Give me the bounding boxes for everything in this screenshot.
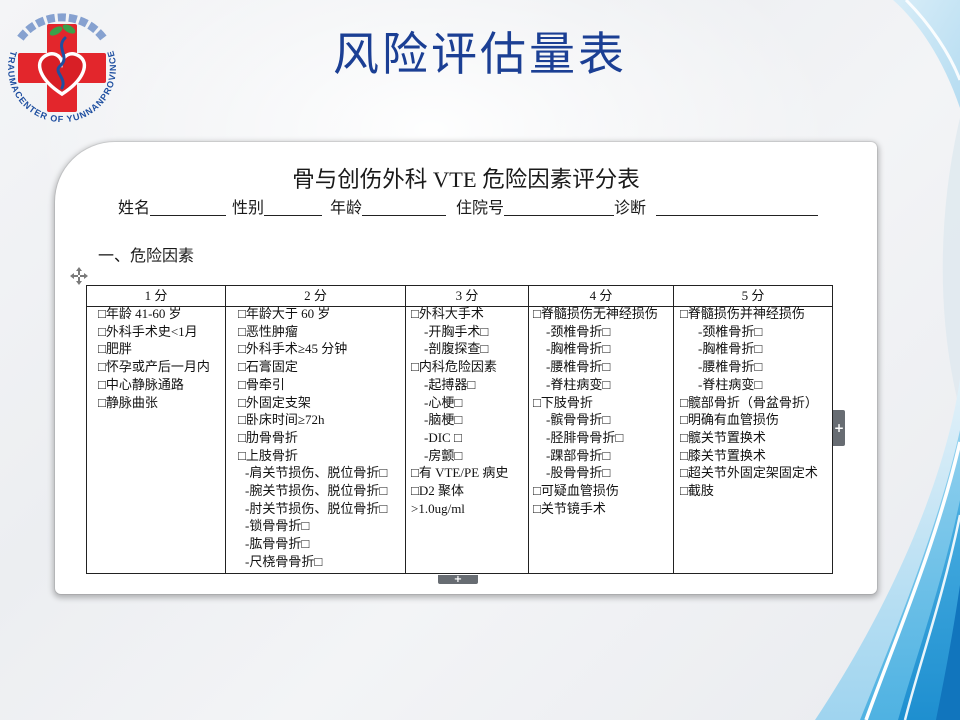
risk-factor-subitem: -DIC □ — [424, 429, 462, 445]
risk-factor-subitem: -股骨骨折□ — [546, 465, 611, 481]
risk-factor-subitem: -房颤□ — [424, 447, 463, 463]
risk-factor-subitem: -心梗□ — [424, 394, 463, 410]
field-blank-age — [362, 215, 446, 216]
form-title: 骨与创伤外科 VTE 危险因素评分表 — [292, 167, 640, 192]
risk-factor-item: □怀孕或产后一月内 — [98, 359, 210, 375]
risk-factor-item: □关节镜手术 — [533, 500, 606, 516]
risk-factor-table: 1 分 2 分 3 分 4 分 5 分 □年龄 41-60 岁 □外科手术史<1… — [86, 285, 833, 574]
risk-factor-subitem: -剖腹探查□ — [424, 341, 489, 357]
score-column-5: □脊髓损伤并神经损伤 -颈椎骨折□ -胸椎骨折□ -腰椎骨折□ -脊柱病变□ □… — [673, 306, 833, 574]
score-header-3: 3 分 — [405, 285, 529, 307]
risk-factor-subitem: -腕关节损伤、脱位骨折□ — [245, 483, 388, 499]
field-blank-diagnosis — [656, 215, 818, 216]
risk-factor-subitem: -尺桡骨骨折□ — [245, 553, 323, 569]
score-header-4: 4 分 — [528, 285, 674, 307]
score-header-2: 2 分 — [225, 285, 406, 307]
risk-factor-item: □肋骨骨折 — [238, 429, 298, 445]
risk-factor-subitem: -起搏器□ — [424, 376, 476, 392]
risk-factor-item: □膝关节置换术 — [680, 447, 766, 463]
field-blank-admission-number — [504, 215, 614, 216]
risk-factor-item: □上肢骨折 — [238, 447, 298, 463]
risk-factor-subitem: -髌骨骨折□ — [546, 412, 611, 428]
table-row: □年龄 41-60 岁 □外科手术史<1月 □肥胖 □怀孕或产后一月内 □中心静… — [86, 306, 833, 574]
risk-factor-subitem: -脊柱病变□ — [698, 376, 763, 392]
risk-factor-subitem: -脊柱病变□ — [546, 376, 611, 392]
risk-factor-subitem: -肘关节损伤、脱位骨折□ — [245, 500, 388, 516]
expand-bottom-handle[interactable]: + — [438, 574, 478, 585]
risk-factor-item: □脊髓损伤无神经损伤 — [533, 306, 658, 322]
risk-factor-item: □年龄大于 60 岁 — [238, 306, 331, 322]
risk-factor-item: □恶性肿瘤 — [238, 323, 298, 339]
risk-factor-item: □D2 聚体 — [411, 483, 464, 499]
risk-factor-item: □可疑血管损伤 — [533, 483, 619, 499]
risk-factor-subitem: -脑梗□ — [424, 412, 463, 428]
risk-factor-item: □中心静脉通路 — [98, 376, 184, 392]
risk-factor-item: □超关节外固定架固定术 — [680, 465, 818, 481]
score-column-2: □年龄大于 60 岁 □恶性肿瘤 □外科手术≥45 分钟 □石膏固定 □骨牵引 … — [225, 306, 406, 574]
risk-factor-item: □有 VTE/PE 病史 — [411, 465, 509, 481]
risk-factor-subitem: -颈椎骨折□ — [698, 323, 763, 339]
score-header-1: 1 分 — [86, 285, 226, 307]
field-label-age: 年龄 — [330, 200, 363, 217]
risk-factor-item: □外科大手术 — [411, 306, 484, 322]
risk-factor-item: □卧床时间≥72h — [238, 412, 325, 428]
document-image-frame[interactable]: 骨与创伤外科 VTE 危险因素评分表 姓名 性别 年龄 住院号 诊断 一、危险因… — [55, 142, 877, 594]
field-label-admission-number: 住院号 — [456, 200, 505, 217]
table-header-row: 1 分 2 分 3 分 4 分 5 分 — [86, 285, 833, 307]
field-label-gender: 性别 — [232, 200, 265, 217]
field-blank-name — [150, 215, 226, 216]
risk-factor-item: □内科危险因素 — [411, 359, 497, 375]
risk-factor-subitem: -胸椎骨折□ — [698, 341, 763, 357]
risk-factor-item: □明确有血管损伤 — [680, 412, 779, 428]
risk-factor-item: □下肢骨折 — [533, 394, 593, 410]
score-column-1: □年龄 41-60 岁 □外科手术史<1月 □肥胖 □怀孕或产后一月内 □中心静… — [86, 306, 226, 574]
risk-factor-subitem: -腰椎骨折□ — [698, 359, 763, 375]
risk-factor-subitem: -颈椎骨折□ — [546, 323, 611, 339]
expand-right-handle[interactable]: + — [833, 410, 845, 446]
risk-factor-item: □外科手术史<1月 — [98, 323, 198, 339]
slide-title: 风险评估量表 — [333, 29, 627, 80]
risk-factor-item-detail: >1.0ug/ml — [411, 500, 465, 516]
field-blank-gender — [264, 215, 322, 216]
risk-factor-subitem: -胫腓骨骨折□ — [546, 429, 624, 445]
risk-factor-subitem: -踝部骨折□ — [546, 447, 611, 463]
field-label-name: 姓名 — [118, 200, 151, 217]
risk-factor-item: □截肢 — [680, 483, 714, 499]
risk-factor-subitem: -锁骨骨折□ — [245, 518, 310, 534]
risk-factor-item: □肥胖 — [98, 341, 132, 357]
risk-factor-item: □髋关节置换术 — [680, 429, 766, 445]
risk-factor-subitem: -肱骨骨折□ — [245, 536, 310, 552]
score-column-3: □外科大手术 -开胸手术□ -剖腹探查□ □内科危险因素 -起搏器□ -心梗□ … — [405, 306, 529, 574]
section-heading: 一、危险因素 — [98, 248, 195, 265]
risk-factor-subitem: -腰椎骨折□ — [546, 359, 611, 375]
plus-icon: + — [453, 574, 463, 585]
score-header-5: 5 分 — [673, 285, 833, 307]
plus-icon: + — [833, 421, 845, 435]
risk-factor-item: □外固定支架 — [238, 394, 311, 410]
field-label-diagnosis: 诊断 — [614, 200, 647, 217]
risk-factor-subitem: -肩关节损伤、脱位骨折□ — [245, 465, 388, 481]
score-column-4: □脊髓损伤无神经损伤 -颈椎骨折□ -胸椎骨折□ -腰椎骨折□ -脊柱病变□ □… — [528, 306, 674, 574]
risk-factor-item: □髋部骨折（骨盆骨折） — [680, 394, 818, 410]
risk-factor-subitem: -胸椎骨折□ — [546, 341, 611, 357]
risk-factor-item: □静脉曲张 — [98, 394, 158, 410]
risk-factor-item: □脊髓损伤并神经损伤 — [680, 306, 805, 322]
move-arrows-icon[interactable] — [70, 267, 88, 285]
risk-factor-item: □石膏固定 — [238, 359, 298, 375]
risk-factor-item: □骨牵引 — [238, 376, 285, 392]
slide: TRAUMACENTER OF YUNNANPROVINCE 风险评估量表 骨与… — [0, 0, 960, 720]
risk-factor-subitem: -开胸手术□ — [424, 323, 489, 339]
risk-factor-item: □外科手术≥45 分钟 — [238, 341, 348, 357]
risk-factor-item: □年龄 41-60 岁 — [98, 306, 182, 322]
